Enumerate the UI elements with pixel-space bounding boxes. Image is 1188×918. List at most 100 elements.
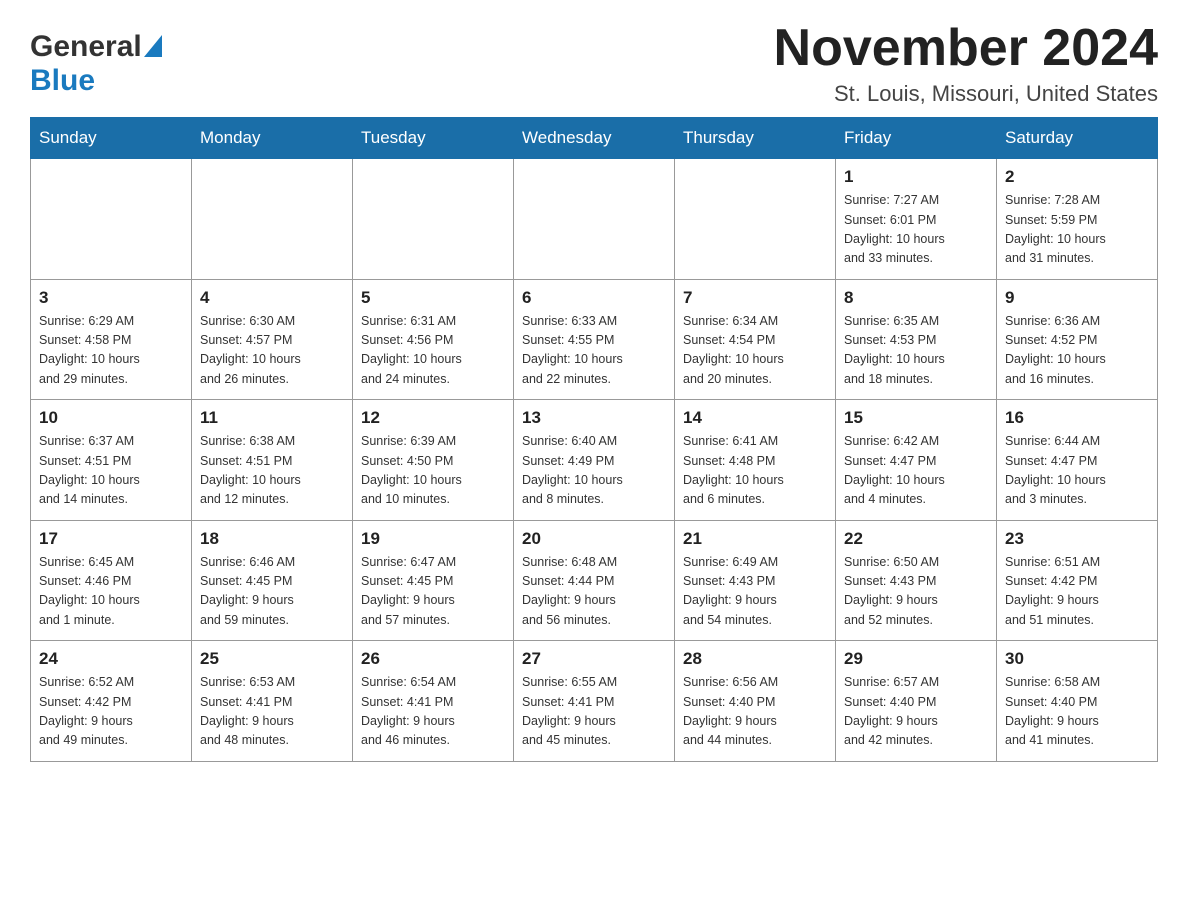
day-info: Sunrise: 6:33 AMSunset: 4:55 PMDaylight:… [522,312,666,390]
day-info: Sunrise: 6:40 AMSunset: 4:49 PMDaylight:… [522,432,666,510]
day-info: Sunrise: 6:52 AMSunset: 4:42 PMDaylight:… [39,673,183,751]
day-number: 14 [683,408,827,428]
calendar-cell: 18 Sunrise: 6:46 AMSunset: 4:45 PMDayligh… [192,520,353,641]
logo: General Blue [30,30,162,98]
location-title: St. Louis, Missouri, United States [774,81,1158,107]
calendar-cell: 22Sunrise: 6:50 AMSunset: 4:43 PMDayligh… [836,520,997,641]
calendar-cell: 14 Sunrise: 6:41 AMSunset: 4:48 PMDayligh… [675,400,836,521]
calendar-cell: 13 Sunrise: 6:40 AMSunset: 4:49 PMDayligh… [514,400,675,521]
calendar-cell: 21 Sunrise: 6:49 AMSunset: 4:43 PMDayligh… [675,520,836,641]
calendar-week-row: 10 Sunrise: 6:37 AMSunset: 4:51 PMDayligh… [31,400,1158,521]
calendar-cell: 20 Sunrise: 6:48 AMSunset: 4:44 PMDayligh… [514,520,675,641]
day-info: Sunrise: 6:56 AMSunset: 4:40 PMDaylight:… [683,673,827,751]
day-info: Sunrise: 6:31 AMSunset: 4:56 PMDaylight:… [361,312,505,390]
calendar-cell: 11Sunrise: 6:38 AMSunset: 4:51 PMDayligh… [192,400,353,521]
calendar-cell: 19Sunrise: 6:47 AMSunset: 4:45 PMDayligh… [353,520,514,641]
calendar-cell: 16 Sunrise: 6:44 AMSunset: 4:47 PMDayligh… [997,400,1158,521]
calendar-cell: 9Sunrise: 6:36 AMSunset: 4:52 PMDaylight… [997,279,1158,400]
day-info: Sunrise: 6:51 AMSunset: 4:42 PMDaylight:… [1005,553,1149,631]
day-info: Sunrise: 6:58 AMSunset: 4:40 PMDaylight:… [1005,673,1149,751]
calendar-cell: 10 Sunrise: 6:37 AMSunset: 4:51 PMDayligh… [31,400,192,521]
day-info: Sunrise: 6:36 AMSunset: 4:52 PMDaylight:… [1005,312,1149,390]
calendar-cell: 12 Sunrise: 6:39 AMSunset: 4:50 PMDayligh… [353,400,514,521]
weekday-header-thursday: Thursday [675,118,836,159]
calendar-table: SundayMondayTuesdayWednesdayThursdayFrid… [30,117,1158,762]
day-number: 19 [361,529,505,549]
calendar-cell: 7 Sunrise: 6:34 AMSunset: 4:54 PMDaylight… [675,279,836,400]
day-info: Sunrise: 6:37 AMSunset: 4:51 PMDaylight:… [39,432,183,510]
calendar-cell [192,159,353,280]
calendar-cell [675,159,836,280]
day-number: 12 [361,408,505,428]
calendar-cell [514,159,675,280]
calendar-cell: 30 Sunrise: 6:58 AMSunset: 4:40 PMDayligh… [997,641,1158,762]
calendar-cell: 5 Sunrise: 6:31 AMSunset: 4:56 PMDaylight… [353,279,514,400]
day-number: 4 [200,288,344,308]
calendar-cell: 26Sunrise: 6:54 AMSunset: 4:41 PMDayligh… [353,641,514,762]
day-number: 2 [1005,167,1149,187]
logo-blue-text: Blue [30,64,95,97]
title-block: November 2024 St. Louis, Missouri, Unite… [774,20,1158,107]
day-number: 25 [200,649,344,669]
day-info: Sunrise: 6:30 AMSunset: 4:57 PMDaylight:… [200,312,344,390]
day-info: Sunrise: 6:53 AMSunset: 4:41 PMDaylight:… [200,673,344,751]
day-number: 10 [39,408,183,428]
day-number: 18 [200,529,344,549]
calendar-week-row: 17Sunrise: 6:45 AMSunset: 4:46 PMDayligh… [31,520,1158,641]
day-number: 28 [683,649,827,669]
weekday-header-row: SundayMondayTuesdayWednesdayThursdayFrid… [31,118,1158,159]
day-info: Sunrise: 6:34 AMSunset: 4:54 PMDaylight:… [683,312,827,390]
day-number: 7 [683,288,827,308]
day-number: 16 [1005,408,1149,428]
day-number: 23 [1005,529,1149,549]
day-number: 30 [1005,649,1149,669]
day-number: 5 [361,288,505,308]
day-info: Sunrise: 6:44 AMSunset: 4:47 PMDaylight:… [1005,432,1149,510]
calendar-cell: 28 Sunrise: 6:56 AMSunset: 4:40 PMDayligh… [675,641,836,762]
day-number: 27 [522,649,666,669]
day-info: Sunrise: 6:42 AMSunset: 4:47 PMDaylight:… [844,432,988,510]
calendar-cell [31,159,192,280]
day-info: Sunrise: 6:48 AMSunset: 4:44 PMDaylight:… [522,553,666,631]
day-info: Sunrise: 6:55 AMSunset: 4:41 PMDaylight:… [522,673,666,751]
calendar-week-row: 1 Sunrise: 7:27 AMSunset: 6:01 PMDaylight… [31,159,1158,280]
day-number: 15 [844,408,988,428]
day-number: 1 [844,167,988,187]
calendar-cell [353,159,514,280]
day-info: Sunrise: 6:41 AMSunset: 4:48 PMDaylight:… [683,432,827,510]
day-info: Sunrise: 6:49 AMSunset: 4:43 PMDaylight:… [683,553,827,631]
day-info: Sunrise: 6:29 AMSunset: 4:58 PMDaylight:… [39,312,183,390]
weekday-header-monday: Monday [192,118,353,159]
day-info: Sunrise: 6:39 AMSunset: 4:50 PMDaylight:… [361,432,505,510]
day-number: 8 [844,288,988,308]
calendar-cell: 29Sunrise: 6:57 AMSunset: 4:40 PMDayligh… [836,641,997,762]
day-number: 29 [844,649,988,669]
day-info: Sunrise: 6:54 AMSunset: 4:41 PMDaylight:… [361,673,505,751]
day-number: 6 [522,288,666,308]
calendar-week-row: 24 Sunrise: 6:52 AMSunset: 4:42 PMDayligh… [31,641,1158,762]
weekday-header-sunday: Sunday [31,118,192,159]
month-title: November 2024 [774,20,1158,77]
weekday-header-friday: Friday [836,118,997,159]
day-info: Sunrise: 7:28 AMSunset: 5:59 PMDaylight:… [1005,191,1149,269]
day-info: Sunrise: 7:27 AMSunset: 6:01 PMDaylight:… [844,191,988,269]
calendar-cell: 25 Sunrise: 6:53 AMSunset: 4:41 PMDayligh… [192,641,353,762]
page-header: General Blue November 2024 St. Louis, Mi… [30,20,1158,107]
calendar-cell: 23 Sunrise: 6:51 AMSunset: 4:42 PMDayligh… [997,520,1158,641]
day-number: 3 [39,288,183,308]
day-info: Sunrise: 6:35 AMSunset: 4:53 PMDaylight:… [844,312,988,390]
calendar-cell: 3 Sunrise: 6:29 AMSunset: 4:58 PMDaylight… [31,279,192,400]
day-info: Sunrise: 6:46 AMSunset: 4:45 PMDaylight:… [200,553,344,631]
day-number: 20 [522,529,666,549]
calendar-cell: 15 Sunrise: 6:42 AMSunset: 4:47 PMDayligh… [836,400,997,521]
day-number: 21 [683,529,827,549]
day-number: 13 [522,408,666,428]
day-number: 24 [39,649,183,669]
day-info: Sunrise: 6:45 AMSunset: 4:46 PMDaylight:… [39,553,183,631]
weekday-header-saturday: Saturday [997,118,1158,159]
weekday-header-wednesday: Wednesday [514,118,675,159]
calendar-cell: 2 Sunrise: 7:28 AMSunset: 5:59 PMDaylight… [997,159,1158,280]
logo-general-text: General [30,30,142,64]
calendar-week-row: 3 Sunrise: 6:29 AMSunset: 4:58 PMDaylight… [31,279,1158,400]
calendar-cell: 4 Sunrise: 6:30 AMSunset: 4:57 PMDaylight… [192,279,353,400]
